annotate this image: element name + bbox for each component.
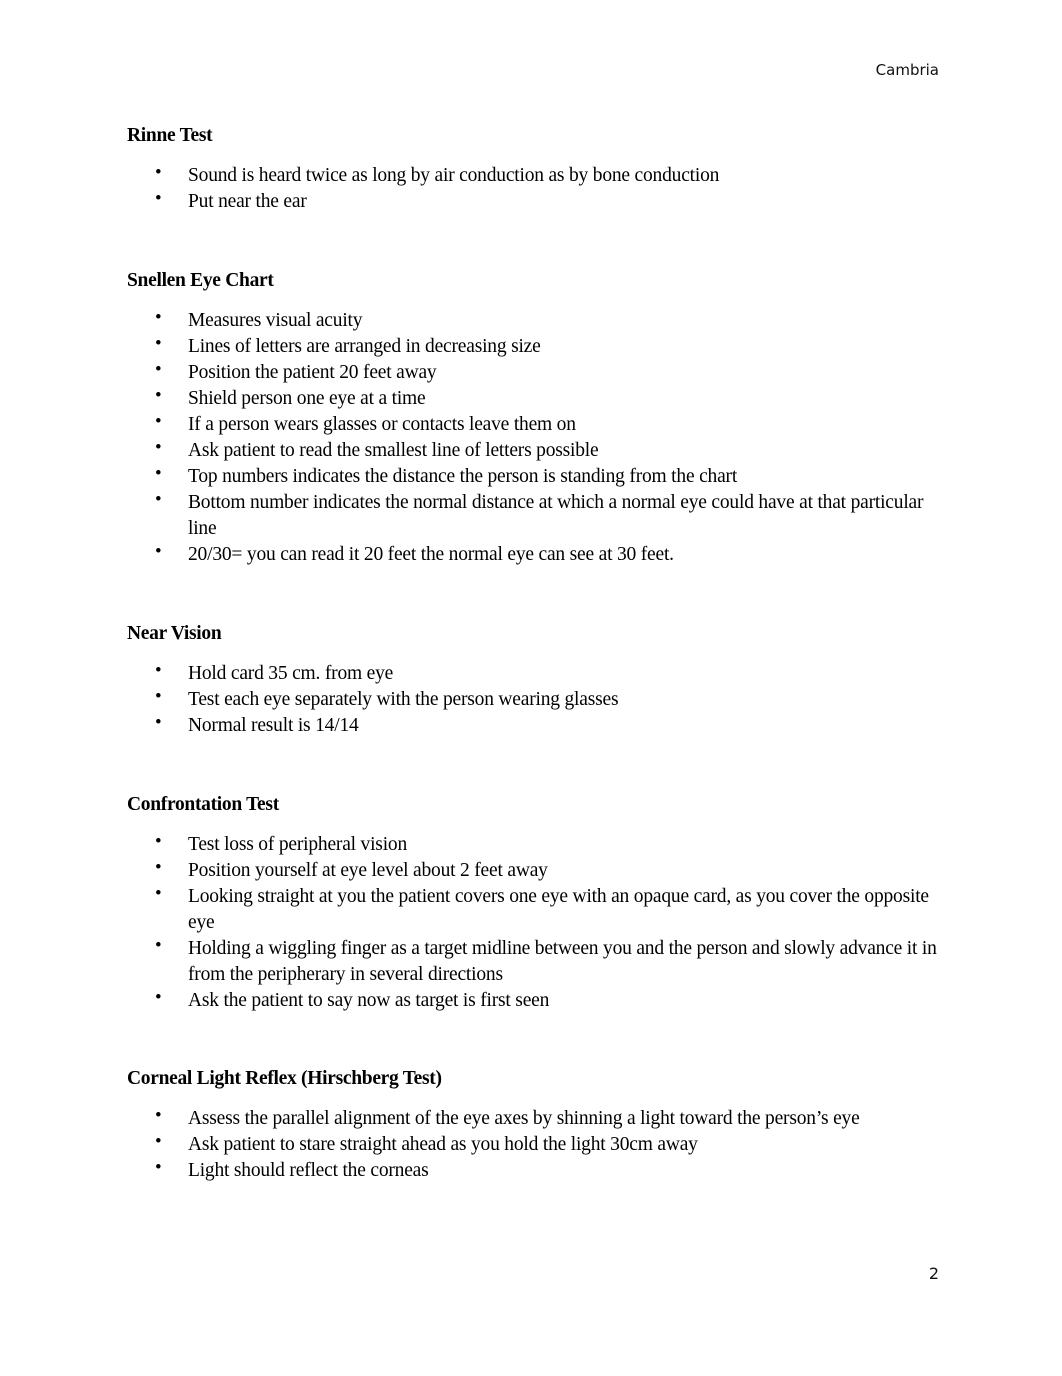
list-item-text: Ask patient to read the smallest line of…	[188, 440, 599, 461]
bullet-icon: •	[155, 987, 162, 1008]
list-item: • Assess the parallel alignment of the ey…	[127, 1105, 947, 1132]
list-item-text: Test each eye separately with the person…	[188, 689, 619, 710]
bullet-icon: •	[155, 489, 162, 510]
bullet-icon: •	[155, 1157, 162, 1178]
list-item-text: Put near the ear	[188, 191, 307, 212]
bullet-icon: •	[155, 1105, 162, 1126]
bullet-icon: •	[155, 686, 162, 707]
bullet-icon: •	[155, 411, 162, 432]
bullet-icon: •	[155, 463, 162, 484]
section-snellen-eye-chart: Snellen Eye Chart • Measures visual acuit…	[127, 268, 947, 568]
list-item-text: Sound is heard twice as long by air cond…	[188, 165, 720, 186]
bullet-icon: •	[155, 385, 162, 406]
list-item-text: Looking straight at you the patient cove…	[188, 886, 929, 933]
list-item: • Measures visual acuity	[127, 307, 947, 334]
bullet-icon: •	[155, 333, 162, 354]
list-item-text: Normal result is 14/14	[188, 715, 359, 736]
bullet-icon: •	[155, 541, 162, 562]
bullet-icon: •	[155, 162, 162, 183]
section-title: Near Vision	[127, 623, 222, 644]
list-item-text: If a person wears glasses or contacts le…	[188, 414, 576, 435]
bullet-list: • Hold card 35 cm. from eye • Test each ey…	[127, 660, 947, 739]
list-item-text: Position the patient 20 feet away	[188, 362, 437, 383]
list-item: • Looking straight at you the patient cov…	[127, 883, 947, 936]
bullet-list: • Sound is heard twice as long by air con…	[127, 162, 947, 215]
list-item: • Normal result is 14/14	[127, 712, 947, 739]
list-item-text: Ask patient to stare straight ahead as y…	[188, 1134, 698, 1155]
list-item: • Position the patient 20 feet away	[127, 359, 947, 386]
section-corneal-light-reflex: Corneal Light Reflex (Hirschberg Test) •…	[127, 1066, 947, 1184]
list-item-text: Light should reflect the corneas	[188, 1160, 429, 1181]
section-near-vision: Near Vision • Hold card 35 cm. from eye •…	[127, 621, 947, 739]
list-item-text: Ask the patient to say now as target is …	[188, 990, 550, 1011]
list-item: • Lines of letters are arranged in decrea…	[127, 333, 947, 360]
list-item: • Top numbers indicates the distance the …	[127, 463, 947, 490]
list-item: • Position yourself at eye level about 2 …	[127, 857, 947, 884]
list-item: • Put near the ear	[127, 188, 947, 215]
list-item-text: Position yourself at eye level about 2 f…	[188, 860, 548, 881]
list-item-text: Shield person one eye at a time	[188, 388, 426, 409]
list-item-text: Assess the parallel alignment of the eye…	[188, 1108, 860, 1129]
bullet-icon: •	[155, 437, 162, 458]
list-item-text: Test loss of peripheral vision	[188, 834, 408, 855]
list-item-text: Holding a wiggling finger as a target mi…	[188, 938, 937, 985]
list-item: • Test each eye separately with the perso…	[127, 686, 947, 713]
list-item: • 20/30= you can read it 20 feet the norm…	[127, 541, 947, 568]
section-title: Corneal Light Reflex (Hirschberg Test)	[127, 1068, 442, 1089]
bullet-icon: •	[155, 831, 162, 852]
list-item: • Ask patient to stare straight ahead as …	[127, 1131, 947, 1158]
list-item-text: Lines of letters are arranged in decreas…	[188, 336, 541, 357]
list-item-text: Measures visual acuity	[188, 310, 363, 331]
bullet-icon: •	[155, 935, 162, 956]
section-title: Confrontation Test	[127, 794, 279, 815]
bullet-icon: •	[155, 712, 162, 733]
bullet-icon: •	[155, 660, 162, 681]
page-number: 2	[928, 1264, 939, 1283]
bullet-icon: •	[155, 883, 162, 904]
list-item: • Shield person one eye at a time	[127, 385, 947, 412]
list-item-text: Bottom number indicates the normal dista…	[188, 492, 924, 539]
list-item: • Ask the patient to say now as target is…	[127, 987, 947, 1014]
bullet-list: • Measures visual acuity • Lines of letter…	[127, 307, 947, 568]
bullet-icon: •	[155, 1131, 162, 1152]
list-item: • Bottom number indicates the normal dist…	[127, 489, 947, 542]
section-rinne-test: Rinne Test • Sound is heard twice as long…	[127, 123, 947, 215]
bullet-list: • Test loss of peripheral vision • Positio…	[127, 831, 947, 1014]
bullet-icon: •	[155, 359, 162, 380]
list-item-text: Top numbers indicates the distance the p…	[188, 466, 738, 487]
list-item: • Test loss of peripheral vision	[127, 831, 947, 858]
section-title: Snellen Eye Chart	[127, 270, 274, 291]
bullet-icon: •	[155, 857, 162, 878]
list-item-text: Hold card 35 cm. from eye	[188, 663, 394, 684]
bullet-list: • Assess the parallel alignment of the ey…	[127, 1105, 947, 1184]
bullet-icon: •	[155, 188, 162, 209]
list-item: • Hold card 35 cm. from eye	[127, 660, 947, 687]
page-header: Cambria	[875, 61, 939, 79]
list-item: • Sound is heard twice as long by air con…	[127, 162, 947, 189]
list-item: • Light should reflect the corneas	[127, 1157, 947, 1184]
bullet-icon: •	[155, 307, 162, 328]
section-confrontation-test: Confrontation Test • Test loss of periphe…	[127, 792, 947, 1014]
list-item: • Ask patient to read the smallest line o…	[127, 437, 947, 464]
section-title: Rinne Test	[127, 125, 213, 146]
list-item-text: 20/30= you can read it 20 feet the norma…	[188, 544, 674, 565]
list-item: • Holding a wiggling finger as a target m…	[127, 935, 947, 988]
list-item: • If a person wears glasses or contacts l…	[127, 411, 947, 438]
